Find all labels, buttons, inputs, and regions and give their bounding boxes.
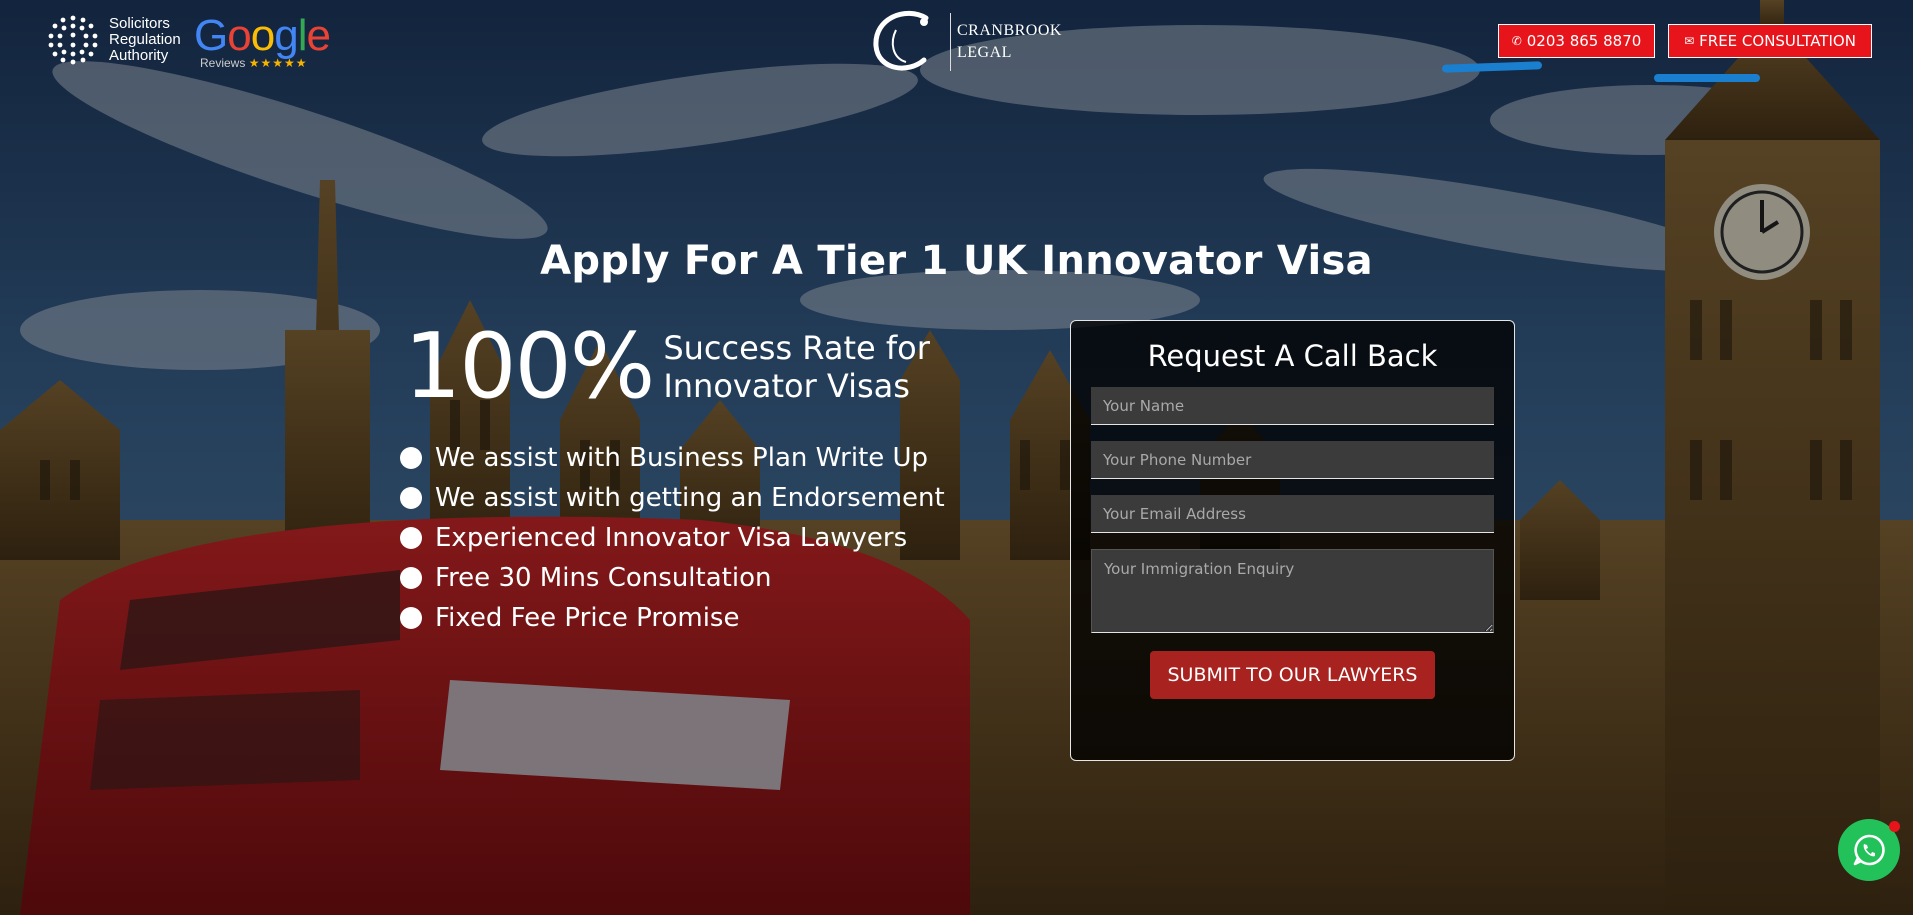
whatsapp-icon: [1853, 834, 1885, 866]
logo-line-1: CRANBROOK: [957, 22, 1062, 39]
chat-icon: ✉: [1684, 34, 1695, 48]
name-field[interactable]: [1091, 387, 1494, 425]
google-letter: g: [274, 11, 299, 60]
sra-text-line: Authority: [109, 47, 169, 64]
logo-line-2: LEGAL: [957, 44, 1012, 61]
success-rate-value: 100%: [404, 314, 655, 419]
cranbrook-logo[interactable]: CRANBROOK LEGAL: [866, 8, 1062, 76]
google-reviews-badge[interactable]: Google Reviews ★★★★★: [194, 11, 331, 71]
success-rate: 100% Success Rate for Innovator Visas: [404, 322, 930, 412]
google-reviews-label: Reviews: [200, 56, 246, 70]
email-field[interactable]: [1091, 495, 1494, 533]
benefit-text: Experienced Innovator Visa Lawyers: [435, 523, 908, 553]
hero-background: [0, 0, 1913, 915]
phone-icon: ✆: [1511, 34, 1522, 48]
google-logo: Google: [194, 11, 331, 60]
benefit-text: We assist with getting an Endorsement: [435, 483, 945, 513]
form-title: Request A Call Back: [1147, 339, 1438, 373]
google-letter: o: [250, 11, 276, 60]
enquiry-field[interactable]: [1091, 549, 1494, 633]
bullet-dot-icon: [400, 447, 422, 469]
sra-badge[interactable]: Solicitors Regulation Authority: [47, 14, 181, 66]
logo-text: CRANBROOK LEGAL: [957, 20, 1062, 64]
success-rate-line-1: Success Rate for: [663, 329, 930, 367]
bullet-dot-icon: [400, 527, 422, 549]
page-headline: Apply For A Tier 1 UK Innovator Visa: [540, 238, 1373, 284]
phone-button[interactable]: ✆ 0203 865 8870: [1498, 24, 1655, 58]
google-letter: l: [297, 11, 308, 60]
google-letter: o: [227, 11, 252, 60]
benefit-item: We assist with getting an Endorsement: [400, 478, 945, 518]
sra-dots-icon: [48, 15, 98, 65]
bullet-dot-icon: [400, 567, 422, 589]
phone-button-label: 0203 865 8870: [1526, 32, 1642, 50]
whatsapp-button[interactable]: [1838, 819, 1900, 881]
sra-text-line: Solicitors: [109, 15, 170, 32]
free-consultation-label: FREE CONSULTATION: [1699, 32, 1856, 50]
bullet-dot-icon: [400, 607, 422, 629]
benefit-text: Fixed Fee Price Promise: [435, 603, 740, 633]
sra-text-line: Regulation: [109, 31, 181, 48]
submit-button[interactable]: SUBMIT TO OUR LAWYERS: [1150, 651, 1435, 699]
bullet-dot-icon: [400, 487, 422, 509]
phone-field[interactable]: [1091, 441, 1494, 479]
logo-divider: [950, 13, 951, 71]
success-rate-caption: Success Rate for Innovator Visas: [663, 329, 930, 405]
star-rating-icon: ★★★★★: [248, 56, 308, 70]
free-consultation-button[interactable]: ✉ FREE CONSULTATION: [1668, 24, 1872, 58]
logo-c-monogram-icon: [873, 10, 929, 71]
benefits-list: We assist with Business Plan Write Up We…: [400, 438, 945, 638]
background-overlay: [0, 0, 1913, 915]
benefit-item: We assist with Business Plan Write Up: [400, 438, 945, 478]
benefit-item: Fixed Fee Price Promise: [400, 598, 945, 638]
benefit-item: Free 30 Mins Consultation: [400, 558, 945, 598]
google-letter: G: [194, 11, 228, 60]
benefit-text: Free 30 Mins Consultation: [435, 563, 772, 593]
sra-text: Solicitors Regulation Authority: [109, 16, 181, 64]
benefit-text: We assist with Business Plan Write Up: [435, 443, 929, 473]
success-rate-line-2: Innovator Visas: [663, 367, 910, 405]
benefit-item: Experienced Innovator Visa Lawyers: [400, 518, 945, 558]
notification-dot: [1889, 821, 1900, 832]
google-letter: e: [306, 11, 331, 60]
highlight-scribble: [1654, 74, 1760, 82]
callback-form: Request A Call Back SUBMIT TO OUR LAWYER…: [1070, 320, 1515, 761]
